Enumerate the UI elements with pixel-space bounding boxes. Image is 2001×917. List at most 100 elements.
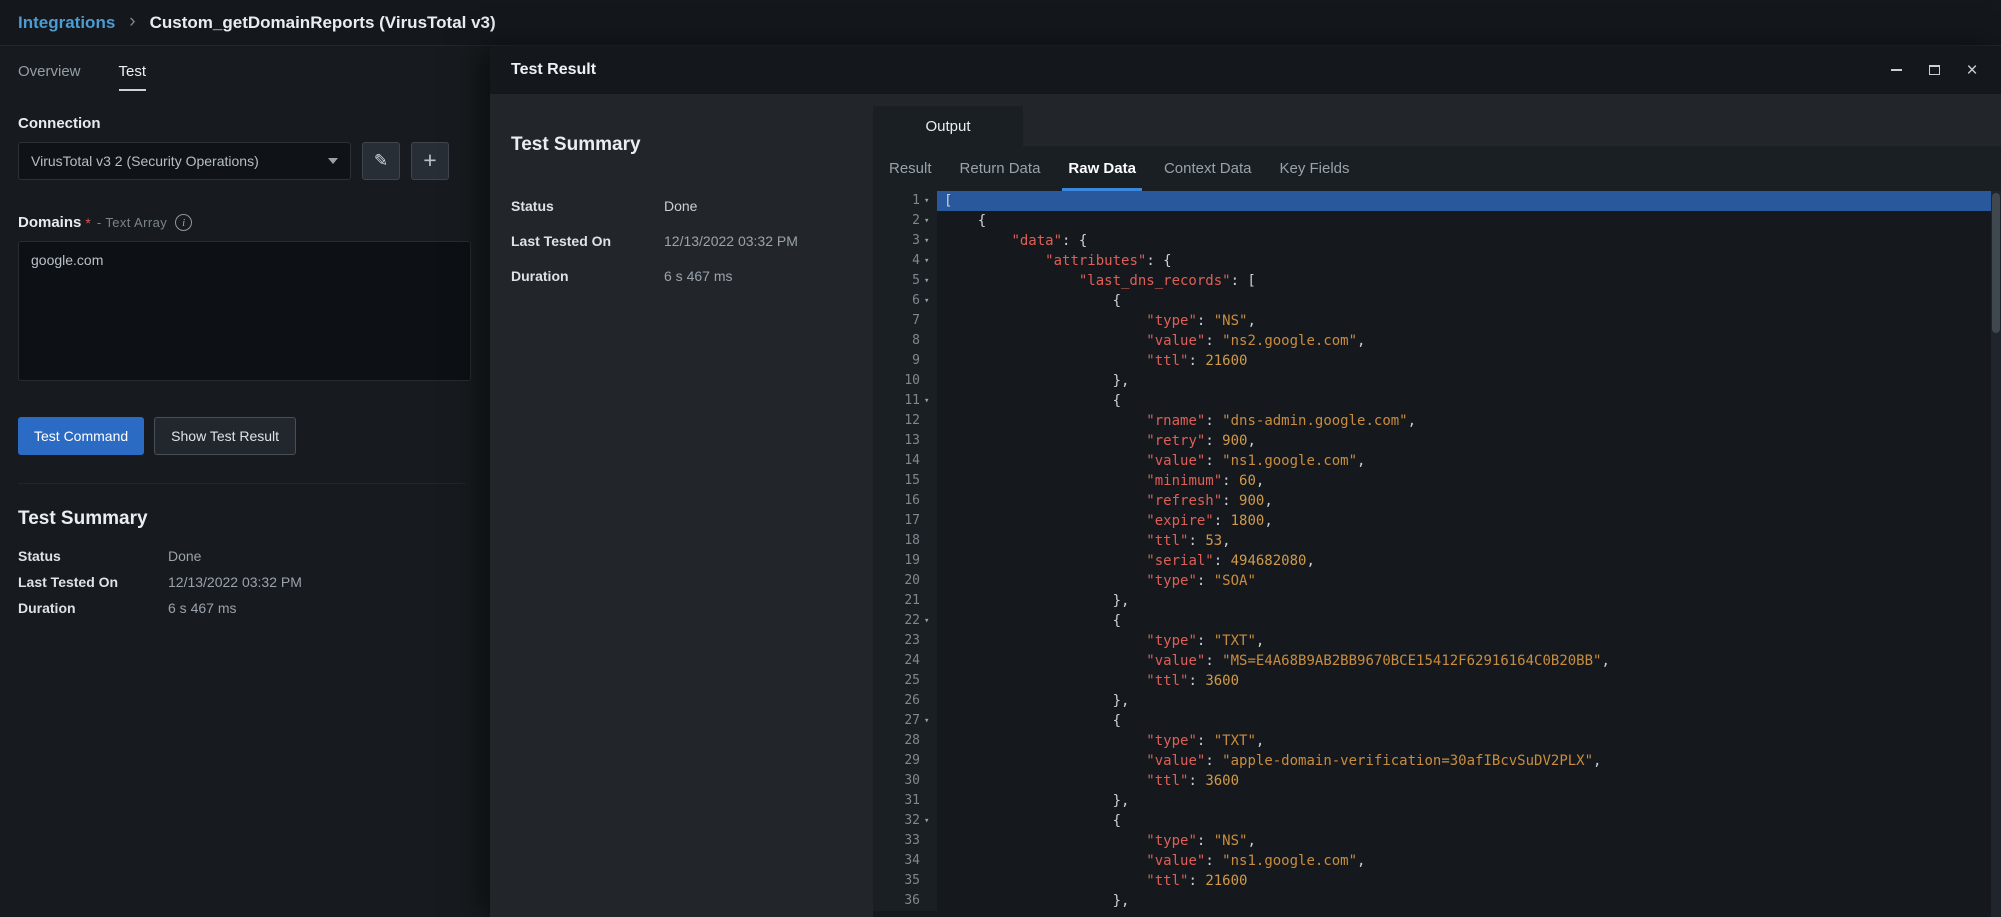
code-line[interactable]: 22▾ { [873,611,2001,631]
domains-input[interactable]: google.com [18,241,471,381]
tab-test[interactable]: Test [119,63,147,91]
output-subtabs: ResultReturn DataRaw DataContext DataKey… [873,146,2001,191]
required-asterisk: * [85,215,90,231]
code-line[interactable]: 25 "ttl": 3600 [873,671,2001,691]
code-text: { [937,711,2001,731]
tab-overview[interactable]: Overview [18,63,81,91]
left-panel: OverviewTest Connection VirusTotal v3 2 … [0,46,490,917]
subtab-context-data[interactable]: Context Data [1150,146,1266,191]
subtab-result[interactable]: Result [875,146,946,191]
fold-arrow-icon[interactable]: ▾ [920,191,937,211]
fold-arrow-icon[interactable]: ▾ [920,211,937,231]
fold-arrow-icon[interactable]: ▾ [920,811,937,831]
edit-connection-button[interactable]: ✎ [362,142,400,180]
code-line[interactable]: 17 "expire": 1800, [873,511,2001,531]
code-line[interactable]: 14 "value": "ns1.google.com", [873,451,2001,471]
fold-arrow-icon[interactable]: ▾ [920,231,937,251]
maximize-button[interactable] [1921,57,1947,83]
code-text: "refresh": 900, [937,491,2001,511]
code-line[interactable]: 3▾ "data": { [873,231,2001,251]
code-line[interactable]: 8 "value": "ns2.google.com", [873,331,2001,351]
code-line[interactable]: 6▾ { [873,291,2001,311]
code-line[interactable]: 34 "value": "ns1.google.com", [873,851,2001,871]
line-gutter: 19 [873,551,937,571]
code-line[interactable]: 13 "retry": 900, [873,431,2001,451]
code-line[interactable]: 5▾ "last_dns_records": [ [873,271,2001,291]
subtab-raw-data[interactable]: Raw Data [1054,146,1150,191]
line-number: 13 [904,431,920,451]
code-line[interactable]: 30 "ttl": 3600 [873,771,2001,791]
line-gutter: 13 [873,431,937,451]
line-number: 8 [912,331,920,351]
code-line[interactable]: 4▾ "attributes": { [873,251,2001,271]
code-line[interactable]: 12 "rname": "dns-admin.google.com", [873,411,2001,431]
close-button[interactable]: × [1959,57,1985,83]
code-line[interactable]: 32▾ { [873,811,2001,831]
line-gutter: 36 [873,891,937,911]
code-line[interactable]: 36 }, [873,891,2001,911]
code-line[interactable]: 35 "ttl": 21600 [873,871,2001,891]
code-line[interactable]: 15 "minimum": 60, [873,471,2001,491]
info-icon[interactable]: i [175,214,192,231]
line-gutter: 9 [873,351,937,371]
line-gutter: 4▾ [873,251,937,271]
tab-output[interactable]: Output [873,106,1023,146]
line-number: 33 [904,831,920,851]
code-line[interactable]: 31 }, [873,791,2001,811]
test-command-button[interactable]: Test Command [18,417,144,455]
line-gutter: 14 [873,451,937,471]
fold-arrow-icon[interactable]: ▾ [920,391,937,411]
plus-icon: + [423,149,436,172]
fold-arrow-icon[interactable]: ▾ [920,711,937,731]
add-connection-button[interactable]: + [411,142,449,180]
line-gutter: 20 [873,571,937,591]
line-number: 32 [904,811,920,831]
line-gutter: 16 [873,491,937,511]
code-line[interactable]: 7 "type": "NS", [873,311,2001,331]
code-line[interactable]: 29 "value": "apple-domain-verification=3… [873,751,2001,771]
code-line[interactable]: 16 "refresh": 900, [873,491,2001,511]
code-text: "serial": 494682080, [937,551,2001,571]
code-line[interactable]: 20 "type": "SOA" [873,571,2001,591]
connection-dropdown[interactable]: VirusTotal v3 2 (Security Operations) [18,142,351,180]
code-line[interactable]: 2▾ { [873,211,2001,231]
show-test-result-button[interactable]: Show Test Result [154,417,296,455]
minimize-button[interactable] [1883,57,1909,83]
line-gutter: 23 [873,631,937,651]
fold-arrow-icon[interactable]: ▾ [920,251,937,271]
code-line[interactable]: 10 }, [873,371,2001,391]
code-line[interactable]: 1▾[ [873,191,2001,211]
breadcrumb-integrations-link[interactable]: Integrations [18,13,115,33]
fold-arrow-icon[interactable]: ▾ [920,271,937,291]
close-icon: × [1966,61,1977,80]
code-text: { [937,811,2001,831]
subtab-key-fields[interactable]: Key Fields [1265,146,1363,191]
code-line[interactable]: 18 "ttl": 53, [873,531,2001,551]
scrollbar-thumb[interactable] [1992,193,2000,333]
summary-label: Duration [18,600,168,616]
code-line[interactable]: 11▾ { [873,391,2001,411]
code-text: "ttl": 53, [937,531,2001,551]
code-text: "value": "ns1.google.com", [937,851,2001,871]
line-gutter: 28 [873,731,937,751]
code-line[interactable]: 28 "type": "TXT", [873,731,2001,751]
code-line[interactable]: 19 "serial": 494682080, [873,551,2001,571]
fold-arrow-icon[interactable]: ▾ [920,291,937,311]
code-line[interactable]: 26 }, [873,691,2001,711]
code-line[interactable]: 33 "type": "NS", [873,831,2001,851]
editor-scrollbar[interactable] [1991,191,2001,917]
line-number: 27 [904,711,920,731]
code-line[interactable]: 27▾ { [873,711,2001,731]
subtab-return-data[interactable]: Return Data [946,146,1055,191]
code-line[interactable]: 23 "type": "TXT", [873,631,2001,651]
line-number: 12 [904,411,920,431]
fold-arrow-icon[interactable]: ▾ [920,611,937,631]
summary-label: Last Tested On [18,574,168,590]
summary-row: StatusDone [511,198,873,214]
code-line[interactable]: 21 }, [873,591,2001,611]
code-line[interactable]: 24 "value": "MS=E4A68B9AB2BB9670BCE15412… [873,651,2001,671]
domains-field-label-row: Domains * - Text Array i [18,214,490,231]
code-line[interactable]: 9 "ttl": 21600 [873,351,2001,371]
line-number: 2 [912,211,920,231]
window-controls: × [1883,57,1985,83]
